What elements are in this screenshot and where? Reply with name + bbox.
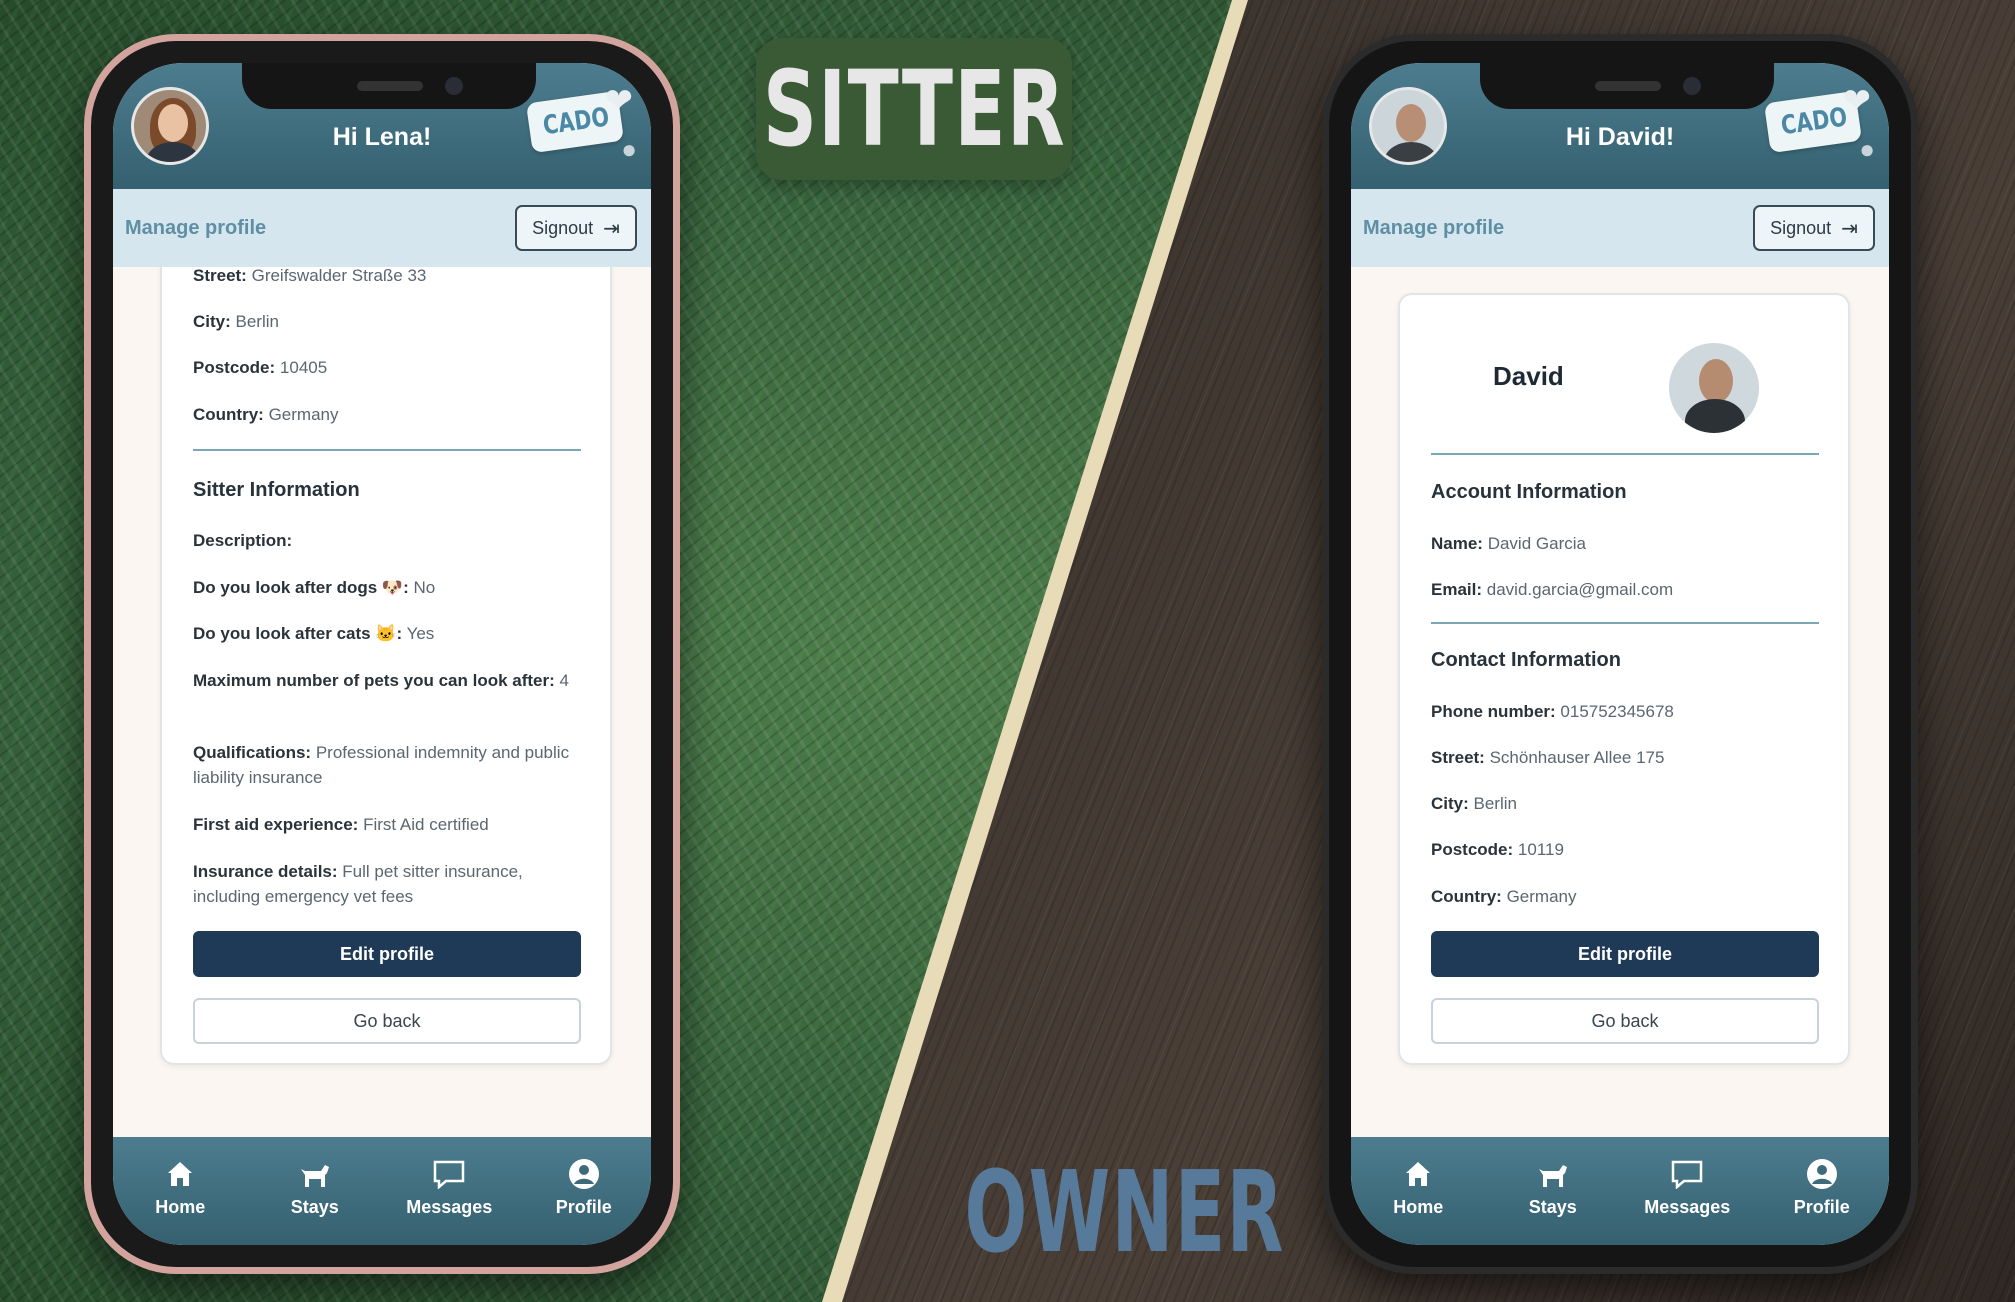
profile-photo [1669, 343, 1759, 433]
signout-button[interactable]: Signout ⇥ [515, 205, 637, 251]
name-field: Name: David Garcia [1431, 534, 1586, 553]
tab-stays[interactable]: Stays [248, 1137, 383, 1245]
tab-label: Stays [290, 1197, 339, 1217]
dog-icon [1536, 1157, 1570, 1191]
speaker [1595, 81, 1661, 91]
tab-stays[interactable]: Stays [1486, 1137, 1621, 1245]
sitter-info-title: Sitter Information [193, 479, 360, 501]
logout-icon: ⇥ [1841, 217, 1858, 240]
owner-label-text: OWNER [964, 1148, 1286, 1278]
tab-label: Profile [1793, 1197, 1850, 1217]
cat-icon: ● [621, 134, 637, 164]
max-pets-field: Maximum number of pets you can look afte… [193, 671, 569, 690]
dogs-field: Do you look after dogs 🐶: No [193, 578, 436, 597]
sitter-phone: Hi Lena! CADO ❤ ● Manage profile Signout… [84, 34, 680, 1274]
street-field: Street: Schönhauser Allee 175 [1431, 748, 1665, 767]
tab-home[interactable]: Home [113, 1137, 248, 1245]
user-circle-icon [1805, 1157, 1839, 1191]
speaker [357, 81, 423, 91]
tab-label: Home [155, 1197, 206, 1217]
dog-icon [298, 1157, 332, 1191]
cado-logo: CADO ❤ ● [1763, 81, 1875, 167]
tab-label: Profile [555, 1197, 612, 1217]
profile-subbar: Manage profile Signout ⇥ [1351, 189, 1889, 267]
tab-profile[interactable]: Profile [1755, 1137, 1890, 1245]
tab-label: Home [1393, 1197, 1444, 1217]
signout-button[interactable]: Signout ⇥ [1753, 205, 1875, 251]
phone-notch [1480, 63, 1774, 109]
contact-info-title: Contact Information [1431, 649, 1621, 671]
description-field: Description: [193, 531, 293, 550]
tab-messages[interactable]: Messages [382, 1137, 517, 1245]
photo-body [1685, 399, 1745, 433]
city-field: City: Berlin [193, 312, 279, 331]
section-divider [1431, 453, 1819, 455]
section-divider [193, 449, 581, 451]
insurance-field: Insurance details: Full pet sitter insur… [193, 862, 523, 906]
profile-scroll-area[interactable]: David Account Information Name: David Ga… [1351, 267, 1889, 1157]
camera [1683, 77, 1701, 95]
tab-label: Messages [1644, 1197, 1731, 1217]
photo-head [1699, 359, 1733, 403]
manage-profile-link[interactable]: Manage profile [1363, 217, 1504, 240]
phone-notch [242, 63, 536, 109]
message-icon [432, 1157, 466, 1191]
section-divider [1431, 622, 1819, 624]
manage-profile-link[interactable]: Manage profile [125, 217, 266, 240]
bottom-tab-bar: Home Stays Messages Profile [113, 1137, 651, 1245]
edit-profile-button[interactable]: Edit profile [1431, 931, 1819, 977]
sitter-banner: SITTER [756, 38, 1072, 180]
go-back-button[interactable]: Go back [1431, 998, 1819, 1044]
country-field: Country: Germany [1431, 887, 1577, 906]
camera [445, 77, 463, 95]
owner-phone: Hi David! CADO ❤ ● Manage profile Signou… [1322, 34, 1918, 1274]
cado-logo: CADO ❤ ● [525, 81, 637, 167]
first-aid-field: First aid experience: First Aid certifie… [193, 815, 489, 834]
tab-profile[interactable]: Profile [517, 1137, 652, 1245]
tab-home[interactable]: Home [1351, 1137, 1486, 1245]
go-back-button[interactable]: Go back [193, 998, 581, 1044]
email-field: Email: david.garcia@gmail.com [1431, 580, 1674, 599]
logout-icon: ⇥ [603, 217, 620, 240]
dog-icon: ❤ [604, 82, 634, 120]
owner-screen: Hi David! CADO ❤ ● Manage profile Signou… [1351, 63, 1889, 1245]
phone-field: Phone number: 015752345678 [1431, 702, 1674, 721]
tab-label: Messages [406, 1197, 493, 1217]
cats-field: Do you look after cats 🐱: Yes [193, 624, 435, 643]
street-field: Street: Greifswalder Straße 33 [193, 267, 427, 285]
owner-label: OWNER [965, 1148, 1284, 1278]
postcode-field: Postcode: 10405 [193, 358, 328, 377]
bottom-tab-bar: Home Stays Messages Profile [1351, 1137, 1889, 1245]
profile-name: David [1493, 361, 1564, 391]
cat-icon: ● [1859, 134, 1875, 164]
country-field: Country: Germany [193, 405, 339, 424]
tab-messages[interactable]: Messages [1620, 1137, 1755, 1245]
edit-profile-button[interactable]: Edit profile [193, 931, 581, 977]
profile-subbar: Manage profile Signout ⇥ [113, 189, 651, 267]
home-icon [1401, 1157, 1435, 1191]
postcode-field: Postcode: 10119 [1431, 840, 1564, 859]
sitter-screen: Hi Lena! CADO ❤ ● Manage profile Signout… [113, 63, 651, 1245]
profile-scroll-area[interactable]: Street: Greifswalder Straße 33 City: Ber… [113, 267, 651, 1157]
user-circle-icon [567, 1157, 601, 1191]
dog-icon: ❤ [1842, 82, 1872, 120]
signout-label: Signout [532, 217, 594, 238]
sitter-banner-text: SITTER [762, 48, 1066, 170]
qualifications-field: Qualifications: Professional indemnity a… [193, 743, 570, 787]
message-icon [1670, 1157, 1704, 1191]
account-info-title: Account Information [1431, 481, 1627, 503]
city-field: City: Berlin [1431, 794, 1517, 813]
tab-label: Stays [1528, 1197, 1577, 1217]
home-icon [163, 1157, 197, 1191]
signout-label: Signout [1770, 217, 1832, 238]
